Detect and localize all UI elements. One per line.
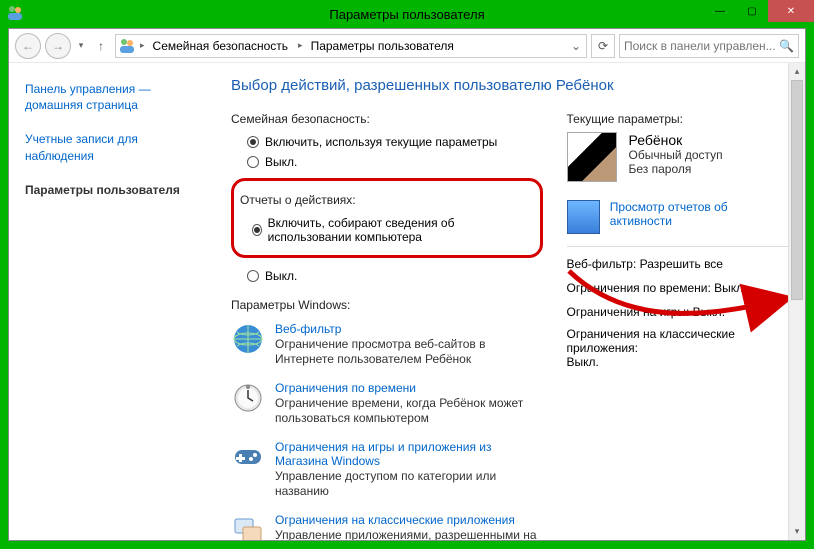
address-bar[interactable]: ▸ Семейная безопасность ▸ Параметры поль…	[115, 34, 587, 58]
user-name: Ребёнок	[629, 132, 723, 148]
breadcrumb-item[interactable]: Параметры пользователя	[307, 35, 460, 57]
winparam-desc: Ограничение просмотра веб-сайтов в Интер…	[275, 337, 543, 367]
winparam-games[interactable]: Ограничения на игры и приложения из Мага…	[231, 440, 543, 499]
globe-icon	[231, 322, 265, 356]
winparam-time[interactable]: Ограничения по времениОграничение времен…	[231, 381, 543, 426]
minimize-button[interactable]: —	[704, 0, 736, 22]
close-button[interactable]: ✕	[768, 0, 814, 22]
forward-button[interactable]: →	[45, 33, 71, 59]
search-box[interactable]: 🔍	[619, 34, 799, 58]
sidebar: Панель управления — домашняя страница Уч…	[9, 63, 219, 540]
activity-reports-callout: Отчеты о действиях: Включить, собирают с…	[231, 178, 543, 258]
sidebar-item-home[interactable]: Панель управления — домашняя страница	[25, 81, 209, 113]
game-icon	[231, 440, 265, 474]
sidebar-item-user-params: Параметры пользователя	[25, 182, 209, 198]
winparam-webfilter[interactable]: Веб-фильтрОграничение просмотра веб-сайт…	[231, 322, 543, 367]
activity-report-link-row: Просмотр отчетов об активности	[567, 200, 790, 247]
main-panel: Выбор действий, разрешенных пользователю…	[219, 63, 805, 540]
radio-icon	[252, 224, 262, 236]
scroll-up-arrow[interactable]: ▴	[789, 63, 805, 80]
left-column: Семейная безопасность: Включить, использ…	[231, 106, 543, 540]
user-summary: Ребёнок Обычный доступ Без пароля	[567, 132, 790, 182]
kv-webfilter: Веб-фильтр: Разрешить все	[567, 257, 790, 271]
vertical-scrollbar[interactable]: ▴ ▾	[788, 63, 805, 540]
radio-label: Выкл.	[265, 155, 297, 169]
section-family-safety-label: Семейная безопасность:	[231, 112, 543, 126]
window-title: Параметры пользователя	[329, 7, 484, 22]
sidebar-item-accounts[interactable]: Учетные записи для наблюдения	[25, 131, 209, 163]
toolbar: ← → ▾ ↑ ▸ Семейная безопасность ▸ Параме…	[9, 29, 805, 63]
radio-icon	[247, 136, 259, 148]
radio-label: Выкл.	[265, 269, 297, 283]
winparam-desc: Ограничение времени, когда Ребёнок может…	[275, 396, 543, 426]
section-winparams-label: Параметры Windows:	[231, 298, 543, 312]
kv-games: Ограничения на игры: Выкл.	[567, 305, 790, 319]
radio-label: Включить, собирают сведения об использов…	[268, 216, 530, 244]
winparam-link[interactable]: Ограничения на игры и приложения из Мага…	[275, 440, 543, 468]
radio-activity-on[interactable]: Включить, собирают сведения об использов…	[236, 213, 530, 247]
right-column: Текущие параметры: Ребёнок Обычный досту…	[567, 106, 790, 540]
radio-icon	[247, 270, 259, 282]
section-activity-label: Отчеты о действиях:	[240, 193, 530, 207]
right-heading: Текущие параметры:	[567, 112, 790, 126]
radio-label: Включить, используя текущие параметры	[265, 135, 497, 149]
address-dropdown[interactable]: ⌄	[568, 39, 584, 53]
radio-family-off[interactable]: Выкл.	[231, 152, 543, 172]
body: Панель управления — домашняя страница Уч…	[9, 63, 805, 540]
user-avatar	[567, 132, 617, 182]
family-safety-icon	[6, 4, 24, 22]
clock-icon	[231, 381, 265, 415]
refresh-button[interactable]: ⟳	[591, 34, 615, 58]
up-button[interactable]: ↑	[91, 36, 111, 56]
winparam-desc: Управление доступом по категории или наз…	[275, 469, 543, 499]
kv-apps: Ограничения на классические приложения:В…	[567, 327, 790, 369]
maximize-button[interactable]: ▢	[736, 0, 768, 22]
radio-icon	[247, 156, 259, 168]
scroll-down-arrow[interactable]: ▾	[789, 523, 805, 540]
report-icon	[567, 200, 600, 234]
activity-report-link[interactable]: Просмотр отчетов об активности	[610, 200, 789, 228]
radio-activity-off[interactable]: Выкл.	[231, 266, 543, 286]
history-dropdown[interactable]: ▾	[75, 40, 87, 51]
user-password-status: Без пароля	[629, 162, 723, 176]
breadcrumb-item[interactable]: Семейная безопасность	[149, 35, 295, 57]
winparam-desc: Управление приложениями, разрешенными на…	[275, 528, 543, 540]
search-input[interactable]	[624, 39, 794, 53]
chevron-right-icon: ▸	[296, 40, 305, 51]
user-account-type: Обычный доступ	[629, 148, 723, 162]
radio-family-on[interactable]: Включить, используя текущие параметры	[231, 132, 543, 152]
caption-buttons: — ▢ ✕	[704, 0, 814, 22]
winparam-link[interactable]: Ограничения на классические приложения	[275, 513, 543, 527]
control-panel-icon	[118, 37, 136, 55]
page-heading: Выбор действий, разрешенных пользователю…	[231, 77, 789, 94]
title-bar[interactable]: Параметры пользователя — ▢ ✕	[0, 0, 814, 28]
window-frame: Параметры пользователя — ▢ ✕ ← → ▾ ↑ ▸ С…	[0, 0, 814, 549]
apps-icon	[231, 513, 265, 540]
winparam-apps[interactable]: Ограничения на классические приложенияУп…	[231, 513, 543, 540]
search-icon: 🔍	[779, 39, 794, 53]
back-button[interactable]: ←	[15, 33, 41, 59]
scroll-thumb[interactable]	[791, 80, 803, 300]
winparam-link[interactable]: Ограничения по времени	[275, 381, 543, 395]
content-frame: ← → ▾ ↑ ▸ Семейная безопасность ▸ Параме…	[8, 28, 806, 541]
winparam-link[interactable]: Веб-фильтр	[275, 322, 543, 336]
chevron-right-icon: ▸	[138, 40, 147, 51]
kv-time: Ограничения по времени: Выкл.	[567, 281, 790, 295]
